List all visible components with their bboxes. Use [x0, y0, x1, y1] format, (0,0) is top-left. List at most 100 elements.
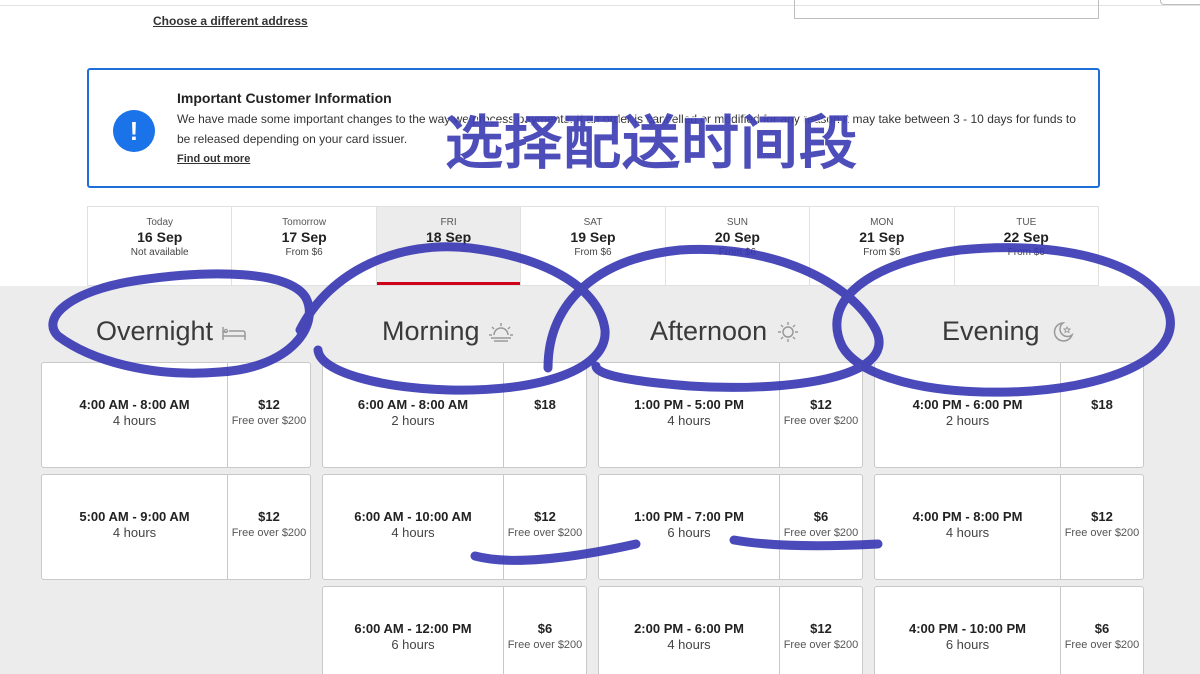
slot-duration: 2 hours — [945, 413, 990, 428]
day-tab-17-sep[interactable]: Tomorrow 17 Sep From $6 — [232, 207, 377, 285]
slot-time-cell: 2:00 PM - 6:00 PM 4 hours — [599, 587, 780, 674]
slot-time: 1:00 PM - 5:00 PM — [634, 397, 744, 412]
slot-free-note: Free over $200 — [231, 415, 307, 427]
day-name: Today — [146, 217, 174, 228]
day-name: FRI — [440, 217, 457, 228]
slot-time: 6:00 AM - 10:00 AM — [354, 509, 472, 524]
slot-time-cell: 5:00 AM - 9:00 AM 4 hours — [42, 475, 228, 579]
slot-duration: 4 hours — [667, 637, 711, 652]
slot-time-cell: 1:00 PM - 7:00 PM 6 hours — [599, 475, 780, 579]
slot-price-cell: $12 Free over $200 — [780, 587, 862, 674]
slot-free-note: Free over $200 — [783, 415, 859, 427]
slot-time: 2:00 PM - 6:00 PM — [634, 621, 744, 636]
day-tab-19-sep[interactable]: SAT 19 Sep From $6 — [521, 207, 666, 285]
slot-price-cell: $12 Free over $200 — [1061, 475, 1143, 579]
slot-duration: 4 hours — [391, 525, 435, 540]
slot-price: $12 — [258, 397, 280, 412]
day-tab-22-sep[interactable]: TUE 22 Sep From $6 — [955, 207, 1098, 285]
day-date: 19 Sep — [570, 229, 616, 245]
slot-time: 4:00 PM - 8:00 PM — [912, 509, 1023, 524]
slot-duration: 4 hours — [945, 525, 990, 540]
alert-circle-icon: ! — [113, 110, 155, 152]
slot-price-cell: $18 — [504, 363, 586, 467]
slot-price: $12 — [534, 509, 556, 524]
slot-afternoon-2[interactable]: 1:00 PM - 7:00 PM 6 hours $6 Free over $… — [598, 474, 863, 580]
delivery-day-tabs: Today 16 Sep Not available Tomorrow 17 S… — [87, 206, 1099, 286]
day-availability: Not available — [130, 247, 189, 258]
slot-free-note: Free over $200 — [1064, 527, 1140, 539]
slot-time-cell: 6:00 AM - 12:00 PM 6 hours — [323, 587, 504, 674]
slot-price-cell: $6 Free over $200 — [504, 587, 586, 674]
afternoon-heading: Afternoon — [650, 316, 801, 347]
slot-duration: 4 hours — [112, 413, 157, 428]
slot-time-cell: 4:00 PM - 6:00 PM 2 hours — [875, 363, 1061, 467]
bed-icon — [222, 326, 246, 340]
slot-price: $18 — [534, 397, 556, 412]
slot-time: 6:00 AM - 12:00 PM — [354, 621, 472, 636]
day-name: Tomorrow — [282, 217, 327, 228]
choose-different-address-link[interactable]: Choose a different address — [153, 14, 308, 28]
slot-price-cell: $12 Free over $200 — [780, 363, 862, 467]
annotation-text: 选择配送时间段 — [445, 109, 859, 177]
slot-duration: 4 hours — [112, 525, 157, 540]
find-out-more-link[interactable]: Find out more — [177, 153, 250, 165]
address-select[interactable] — [794, 0, 1099, 19]
day-name: SUN — [726, 217, 748, 228]
info-title: Important Customer Information — [177, 90, 392, 106]
time-slots-area: Overnight Morning Afternoon Evening 4:00… — [0, 286, 1200, 674]
slot-free-note: Free over $200 — [231, 527, 307, 539]
slot-morning-1[interactable]: 6:00 AM - 8:00 AM 2 hours $18 — [322, 362, 587, 468]
column-title: Overnight — [96, 316, 214, 346]
day-date: 20 Sep — [714, 229, 760, 245]
slot-duration: 4 hours — [667, 413, 711, 428]
slot-time: 4:00 AM - 8:00 AM — [79, 397, 190, 412]
day-date: 21 Sep — [859, 229, 905, 245]
slot-price: $6 — [813, 509, 829, 524]
slot-free-note: Free over $200 — [507, 639, 583, 651]
slot-evening-3[interactable]: 4:00 PM - 10:00 PM 6 hours $6 Free over … — [874, 586, 1144, 674]
morning-heading: Morning — [382, 316, 514, 347]
slot-overnight-2[interactable]: 5:00 AM - 9:00 AM 4 hours $12 Free over … — [41, 474, 311, 580]
day-date: 16 Sep — [137, 229, 183, 245]
slot-evening-1[interactable]: 4:00 PM - 6:00 PM 2 hours $18 — [874, 362, 1144, 468]
moon-icon — [1053, 321, 1074, 342]
slot-price-cell: $12 Free over $200 — [228, 363, 310, 467]
slot-time-cell: 4:00 AM - 8:00 AM 4 hours — [42, 363, 228, 467]
slot-morning-2[interactable]: 6:00 AM - 10:00 AM 4 hours $12 Free over… — [322, 474, 587, 580]
slot-duration: 6 hours — [945, 637, 990, 652]
slot-afternoon-1[interactable]: 1:00 PM - 5:00 PM 4 hours $12 Free over … — [598, 362, 863, 468]
overnight-heading: Overnight — [96, 316, 247, 347]
day-date: 17 Sep — [281, 229, 327, 245]
slot-duration: 2 hours — [391, 413, 435, 428]
day-date: 22 Sep — [1003, 229, 1049, 245]
day-tab-16-sep[interactable]: Today 16 Sep Not available — [88, 207, 233, 285]
day-availability: From $6 — [1007, 247, 1045, 258]
day-availability: From $6 — [285, 247, 323, 258]
slot-free-note: Free over $200 — [507, 527, 583, 539]
slot-free-note: Free over $200 — [1064, 639, 1140, 651]
slot-time-cell: 1:00 PM - 5:00 PM 4 hours — [599, 363, 780, 467]
day-tab-18-sep[interactable]: FRI 18 Sep — [376, 207, 522, 285]
day-availability: From $6 — [863, 247, 901, 258]
day-availability: From $6 — [718, 247, 757, 258]
day-name: MON — [870, 217, 894, 228]
slot-price: $12 — [258, 509, 280, 524]
slot-overnight-1[interactable]: 4:00 AM - 8:00 AM 4 hours $12 Free over … — [41, 362, 311, 468]
column-title: Afternoon — [650, 316, 768, 346]
top-right-tab[interactable] — [1160, 0, 1200, 5]
slot-price-cell: $18 — [1061, 363, 1143, 467]
slot-price-cell: $6 Free over $200 — [1061, 587, 1143, 674]
slot-time-cell: 6:00 AM - 10:00 AM 4 hours — [323, 475, 504, 579]
slot-morning-3[interactable]: 6:00 AM - 12:00 PM 6 hours $6 Free over … — [322, 586, 587, 674]
slot-afternoon-3[interactable]: 2:00 PM - 6:00 PM 4 hours $12 Free over … — [598, 586, 863, 674]
selected-day-indicator — [376, 282, 521, 285]
slot-price: $12 — [810, 621, 832, 636]
slot-duration: 6 hours — [667, 525, 711, 540]
slot-price: $12 — [810, 397, 832, 412]
slot-evening-2[interactable]: 4:00 PM - 8:00 PM 4 hours $12 Free over … — [874, 474, 1144, 580]
day-availability: From $6 — [574, 247, 612, 258]
slot-time: 4:00 PM - 10:00 PM — [908, 621, 1027, 636]
slot-price-cell: $12 Free over $200 — [504, 475, 586, 579]
day-tab-21-sep[interactable]: MON 21 Sep From $6 — [810, 207, 955, 285]
day-tab-20-sep[interactable]: SUN 20 Sep From $6 — [666, 207, 811, 285]
